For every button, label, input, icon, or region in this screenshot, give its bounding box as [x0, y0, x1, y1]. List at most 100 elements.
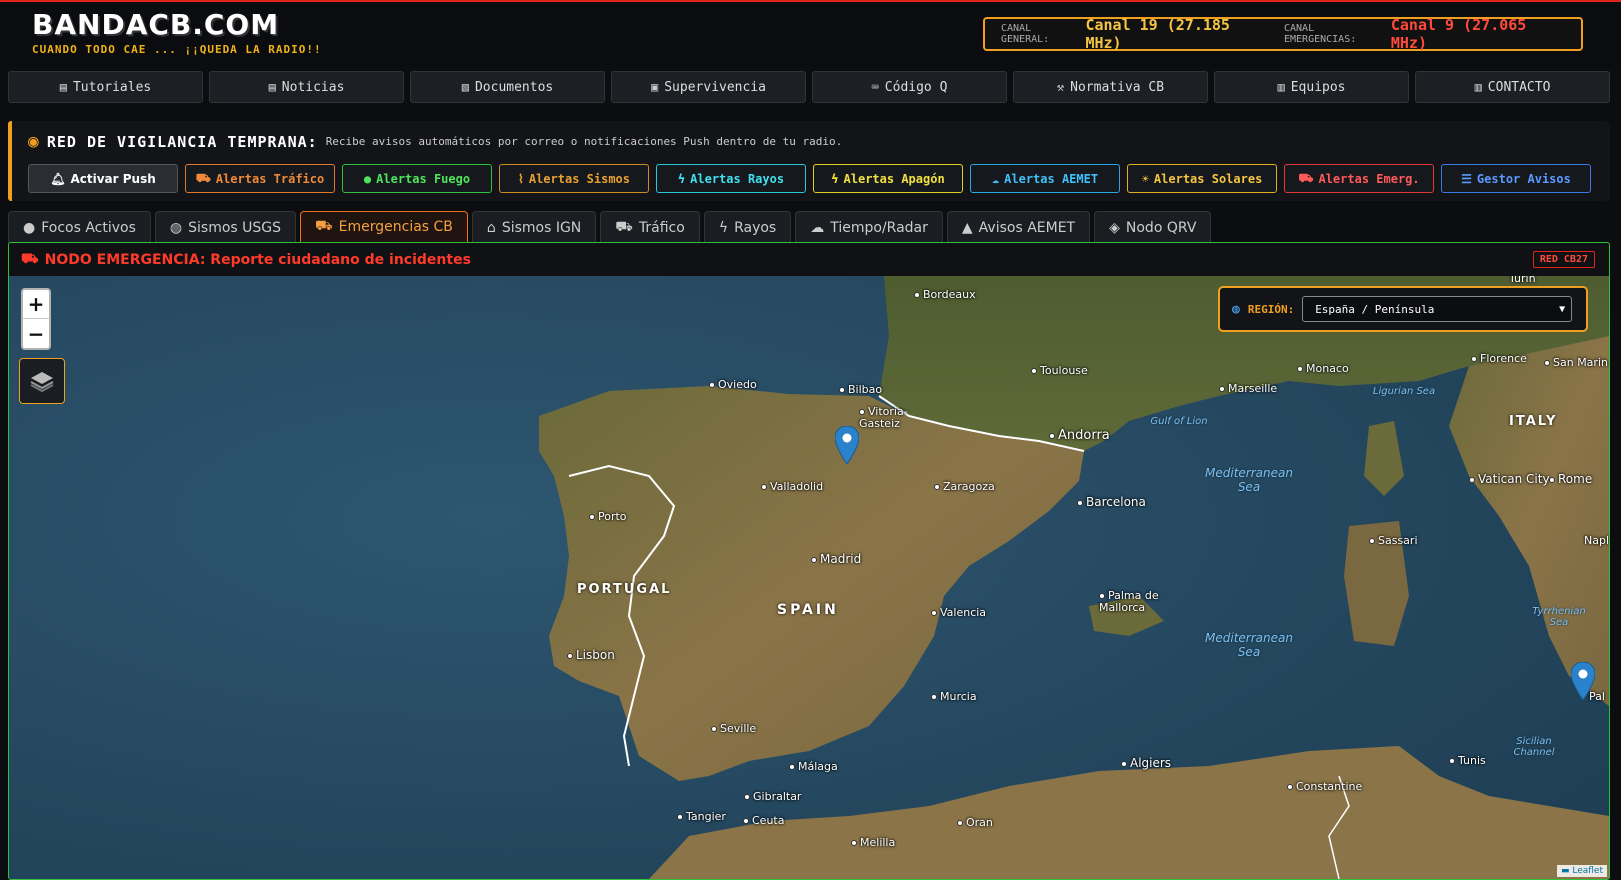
fire-alerts-button[interactable]: ● Alertas Fuego: [342, 164, 492, 193]
panel-title: ⛟ NODO EMERGENCIA: Reporte ciudadano de i…: [21, 251, 471, 269]
map-label: Palma de Mallorca: [1099, 590, 1171, 614]
map-label: Vitoria-Gasteiz: [859, 406, 919, 430]
incident-marker[interactable]: [1571, 662, 1595, 700]
attribution-text[interactable]: Leaflet: [1572, 866, 1603, 876]
map-label: Vatican City: [1469, 472, 1550, 486]
alert-buttons: 🔔︎ Activar Push ⛟ Alertas Tráfico ● Alertas…: [28, 164, 1591, 193]
tab-trafico[interactable]: ⛟ Tráfico: [600, 211, 700, 243]
nav-label: Supervivencia: [664, 79, 766, 95]
tab-label: Tráfico: [638, 219, 685, 236]
sea-label: Gulf of Lion: [1150, 416, 1208, 427]
map-label: Seville: [711, 722, 756, 735]
tab-label: Rayos: [734, 219, 777, 236]
map-label: Madrid: [811, 552, 861, 566]
gavel-icon: ⚒: [1056, 80, 1065, 94]
country-label: PORTUGAL: [577, 582, 672, 597]
button-label: Alertas Solares: [1153, 171, 1263, 186]
tab-tiempo-radar[interactable]: ☁ Tiempo/Radar: [795, 211, 943, 243]
emergency-alerts-button[interactable]: ⛟ Alertas Emerg.: [1284, 164, 1434, 193]
wave-icon: ⌇: [517, 171, 524, 186]
nav-label: Noticias: [281, 79, 345, 95]
keyboard-icon: ⌨: [871, 80, 879, 94]
nav-supervivencia[interactable]: ▣ Supervivencia: [611, 71, 806, 103]
region-selector: ◍ REGIÓN: España / Península ▼: [1218, 286, 1588, 332]
map-view[interactable]: Bordeaux Toulouse Monaco Florence San Ma…: [9, 276, 1609, 879]
nav-contacto[interactable]: ▥ CONTACTO: [1415, 71, 1610, 103]
file-icon: ▧: [461, 80, 469, 94]
tab-sismos-usgs[interactable]: ◍ Sismos USGS: [154, 211, 297, 243]
tab-sismos-ign[interactable]: ⌂ Sismos IGN: [471, 211, 597, 243]
layers-button[interactable]: [19, 358, 65, 404]
map-attribution[interactable]: ▬ Leaflet: [1556, 865, 1607, 877]
bolt-icon: ϟ: [718, 219, 729, 236]
incident-marker[interactable]: [835, 426, 859, 464]
map-label: Melilla: [851, 836, 895, 849]
alert-manager-button[interactable]: ☰ Gestor Avisos: [1441, 164, 1591, 193]
fire-icon: ●: [363, 171, 372, 186]
sun-icon: ☀: [1141, 171, 1149, 186]
region-selected-value: España / Península: [1315, 302, 1435, 316]
map-label: Valladolid: [761, 480, 823, 493]
tab-rayos[interactable]: ϟ Rayos: [703, 211, 792, 243]
emergency-channel-value: Canal 9 (27.065 MHz): [1390, 16, 1527, 52]
tab-emergencias-cb[interactable]: ⛟ Emergencias CB: [300, 211, 468, 243]
button-label: Alertas AEMET: [1004, 171, 1099, 186]
map-label: Oran: [957, 816, 993, 829]
map-label: Napl: [1584, 534, 1609, 547]
solar-alerts-button[interactable]: ☀ Alertas Solares: [1127, 164, 1277, 193]
earthquake-alerts-button[interactable]: ⌇ Alertas Sismos: [499, 164, 649, 193]
globe-icon: ◍: [1232, 301, 1240, 317]
nav-noticias[interactable]: ▤ Noticias: [209, 71, 404, 103]
lightning-alerts-button[interactable]: ϟ Alertas Rayos: [656, 164, 806, 193]
sea-label: Mediterranean Sea: [1205, 631, 1293, 659]
zoom-control: + −: [21, 288, 51, 350]
radio-icon: ▥: [1277, 80, 1285, 94]
map-label: Lisbon: [567, 648, 615, 662]
nav-codigo-q[interactable]: ⌨ Código Q: [812, 71, 1007, 103]
nav-tutoriales[interactable]: ▤ Tutoriales: [8, 71, 203, 103]
map-label: Rome: [1549, 472, 1592, 486]
region-select[interactable]: España / Península ▼: [1302, 296, 1573, 322]
map-label: San Marin: [1544, 356, 1608, 369]
tab-nodo-qrv[interactable]: ◈ Nodo QRV: [1094, 211, 1212, 243]
site-header: BANDACB.COM CUANDO TODO CAE ... ¡¡QUEDA …: [0, 0, 1621, 66]
nav-label: Tutoriales: [72, 79, 152, 95]
aemet-alerts-button[interactable]: ☁ Alertas AEMET: [970, 164, 1120, 193]
map-label: Algiers: [1121, 756, 1171, 770]
mail-icon: ▥: [1474, 80, 1482, 94]
site-title[interactable]: BANDACB.COM: [32, 8, 322, 41]
zoom-in-button[interactable]: +: [23, 290, 49, 319]
cloud-icon: ☁: [991, 171, 1000, 186]
map-label: Tangier: [677, 810, 726, 823]
map-label: Valencia: [931, 606, 986, 619]
brand[interactable]: BANDACB.COM CUANDO TODO CAE ... ¡¡QUEDA …: [32, 8, 322, 56]
map-label: Turin: [1509, 276, 1536, 285]
map-label: Porto: [589, 510, 627, 523]
nav-equipos[interactable]: ▥ Equipos: [1214, 71, 1409, 103]
panel-title-text: NODO EMERGENCIA: Reporte ciudadano de in…: [44, 251, 471, 268]
emergency-panel: ⛟ NODO EMERGENCIA: Reporte ciudadano de i…: [8, 242, 1610, 880]
alert-title: RED DE VIGILANCIA TEMPRANA:: [46, 132, 318, 151]
traffic-alerts-button[interactable]: ⛟ Alertas Tráfico: [185, 164, 335, 193]
book-icon: ▤: [59, 80, 67, 94]
broadcast-icon: ◉: [28, 131, 39, 152]
nav-documentos[interactable]: ▧ Documentos: [410, 71, 605, 103]
map-label: Sassari: [1369, 534, 1418, 547]
map-label: Barcelona: [1077, 495, 1146, 509]
tab-avisos-aemet[interactable]: ▲ Avisos AEMET: [946, 211, 1091, 243]
nav-normativa[interactable]: ⚒ Normativa CB: [1013, 71, 1208, 103]
map-label: Zaragoza: [934, 480, 995, 493]
map-label: Andorra: [1049, 428, 1110, 443]
site-tagline: CUANDO TODO CAE ... ¡¡QUEDA LA RADIO!!: [32, 43, 322, 56]
tab-focos-activos[interactable]: ● Focos Activos: [8, 211, 151, 243]
region-label: REGIÓN:: [1247, 302, 1295, 316]
map-label: Ceuta: [743, 814, 784, 827]
zoom-out-button[interactable]: −: [23, 319, 49, 348]
bolt-icon: ϟ: [831, 171, 839, 186]
map-label: Monaco: [1297, 362, 1349, 375]
activate-push-button[interactable]: 🔔︎ Activar Push: [28, 164, 178, 193]
blackout-alerts-button[interactable]: ϟ Alertas Apagón: [813, 164, 963, 193]
button-label: Alertas Emerg.: [1318, 171, 1420, 186]
nav-label: Documentos: [474, 79, 554, 95]
map-label: Florence: [1471, 352, 1527, 365]
